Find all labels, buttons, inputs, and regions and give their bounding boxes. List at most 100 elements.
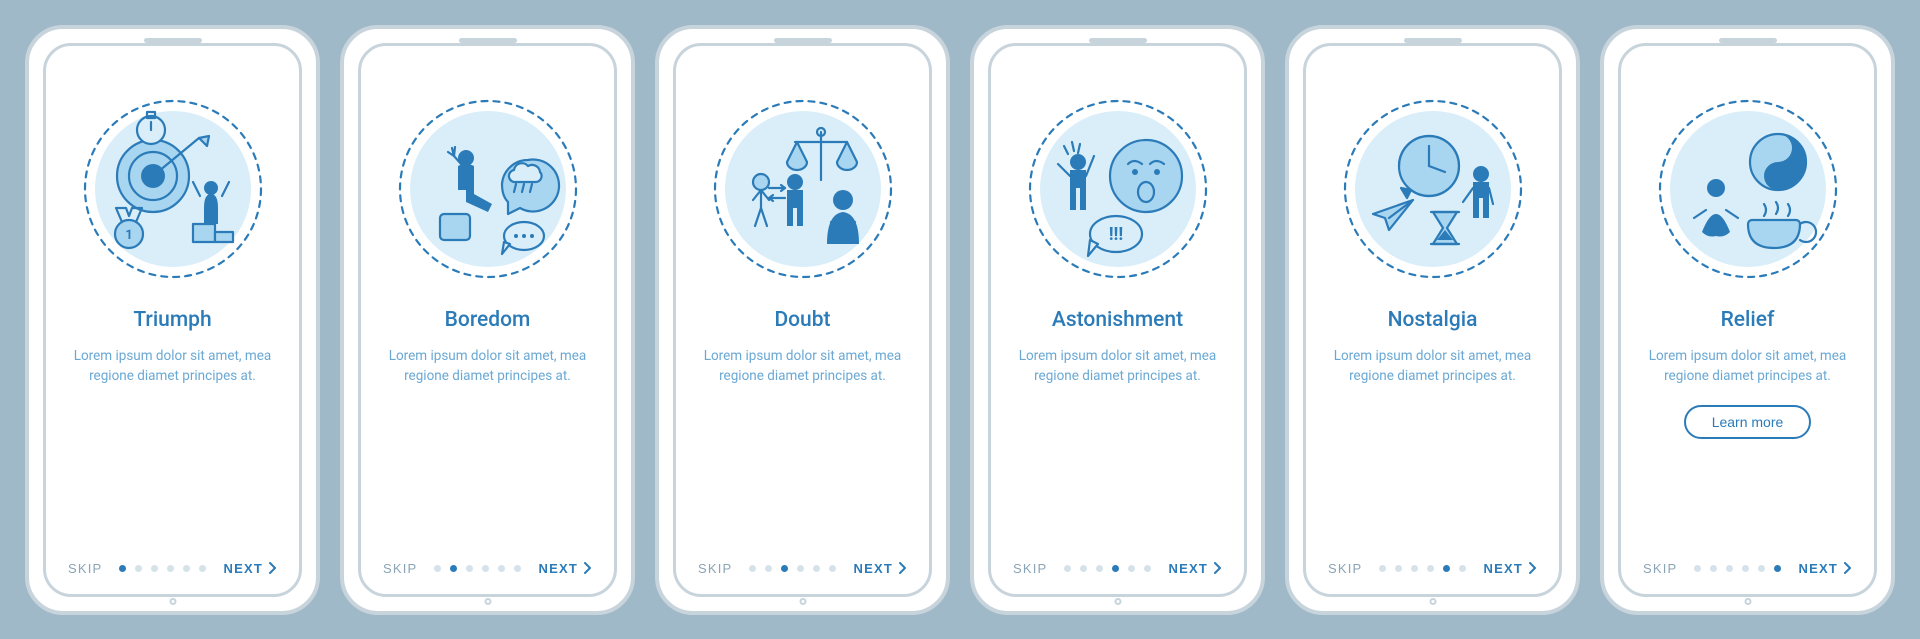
phone-frame: Nostalgia Lorem ipsum dolor sit amet, me… (1285, 25, 1580, 615)
page-dot[interactable] (119, 565, 126, 572)
page-dot[interactable] (151, 565, 158, 572)
page-dot[interactable] (765, 565, 772, 572)
page-dot[interactable] (1710, 565, 1717, 572)
phone-home-indicator (1114, 598, 1121, 605)
page-dot[interactable] (466, 565, 473, 572)
page-dot[interactable] (1411, 565, 1418, 572)
page-dots (434, 565, 521, 572)
page-dot[interactable] (1064, 565, 1071, 572)
screen-body: Lorem ipsum dolor sit amet, mea regione … (68, 346, 277, 388)
phone-frame: Boredom Lorem ipsum dolor sit amet, mea … (340, 25, 635, 615)
phone-speaker (459, 38, 517, 43)
chevron-right-icon (899, 562, 907, 574)
chevron-right-icon (1844, 562, 1852, 574)
onboarding-screen: Doubt Lorem ipsum dolor sit amet, mea re… (673, 43, 932, 597)
page-dot[interactable] (183, 565, 190, 572)
page-dot[interactable] (135, 565, 142, 572)
phone-frame: !!! Astonishment Lorem ipsum dolor sit a… (970, 25, 1265, 615)
phone-frame: Doubt Lorem ipsum dolor sit amet, mea re… (655, 25, 950, 615)
onboarding-screen: Nostalgia Lorem ipsum dolor sit amet, me… (1303, 43, 1562, 597)
page-dot[interactable] (1128, 565, 1135, 572)
screen-title: Relief (1721, 308, 1775, 332)
doubt-icon (703, 84, 903, 284)
next-button[interactable]: NEXT (1169, 561, 1222, 576)
onboarding-screen: Relief Lorem ipsum dolor sit amet, mea r… (1618, 43, 1877, 597)
page-dot[interactable] (797, 565, 804, 572)
onboarding-nav: SKIP NEXT (1013, 545, 1222, 576)
screen-title: Nostalgia (1388, 308, 1478, 332)
page-dot[interactable] (1459, 565, 1466, 572)
nostalgia-icon (1333, 84, 1533, 284)
page-dot[interactable] (1112, 565, 1119, 572)
page-dot[interactable] (1694, 565, 1701, 572)
next-label: NEXT (1484, 561, 1523, 576)
page-dot[interactable] (1443, 565, 1450, 572)
page-dot[interactable] (781, 565, 788, 572)
page-dot[interactable] (434, 565, 441, 572)
chevron-right-icon (1214, 562, 1222, 574)
onboarding-screen: Boredom Lorem ipsum dolor sit amet, mea … (358, 43, 617, 597)
chevron-right-icon (1529, 562, 1537, 574)
page-dot[interactable] (199, 565, 206, 572)
next-label: NEXT (224, 561, 263, 576)
onboarding-nav: SKIP NEXT (1643, 545, 1852, 576)
phone-home-indicator (1744, 598, 1751, 605)
page-dot[interactable] (1774, 565, 1781, 572)
next-label: NEXT (1169, 561, 1208, 576)
next-button[interactable]: NEXT (854, 561, 907, 576)
next-button[interactable]: NEXT (1484, 561, 1537, 576)
onboarding-row: 1 Triumph Lorem ipsum dolor sit amet, me… (25, 25, 1895, 615)
page-dot[interactable] (1758, 565, 1765, 572)
page-dot[interactable] (1096, 565, 1103, 572)
page-dot[interactable] (498, 565, 505, 572)
page-dot[interactable] (813, 565, 820, 572)
screen-body: Lorem ipsum dolor sit amet, mea regione … (698, 346, 907, 388)
page-dot[interactable] (482, 565, 489, 572)
phone-speaker (1089, 38, 1147, 43)
page-dot[interactable] (1144, 565, 1151, 572)
chevron-right-icon (269, 562, 277, 574)
phone-speaker (144, 38, 202, 43)
next-button[interactable]: NEXT (1799, 561, 1852, 576)
page-dots (1694, 565, 1781, 572)
boredom-icon (388, 84, 588, 284)
learn-more-button[interactable]: Learn more (1684, 405, 1812, 439)
page-dot[interactable] (450, 565, 457, 572)
phone-speaker (774, 38, 832, 43)
svg-text:1: 1 (125, 228, 132, 243)
page-dot[interactable] (1080, 565, 1087, 572)
skip-button[interactable]: SKIP (68, 561, 102, 576)
onboarding-nav: SKIP NEXT (698, 545, 907, 576)
page-dot[interactable] (1427, 565, 1434, 572)
page-dot[interactable] (1742, 565, 1749, 572)
page-dot[interactable] (514, 565, 521, 572)
skip-button[interactable]: SKIP (1013, 561, 1047, 576)
next-label: NEXT (1799, 561, 1838, 576)
skip-button[interactable]: SKIP (1643, 561, 1677, 576)
page-dot[interactable] (1379, 565, 1386, 572)
screen-body: Lorem ipsum dolor sit amet, mea regione … (383, 346, 592, 388)
page-dot[interactable] (829, 565, 836, 572)
skip-button[interactable]: SKIP (383, 561, 417, 576)
page-dots (119, 565, 206, 572)
chevron-right-icon (584, 562, 592, 574)
next-button[interactable]: NEXT (539, 561, 592, 576)
page-dot[interactable] (1726, 565, 1733, 572)
screen-title: Astonishment (1052, 308, 1183, 332)
page-dot[interactable] (167, 565, 174, 572)
skip-button[interactable]: SKIP (698, 561, 732, 576)
next-label: NEXT (539, 561, 578, 576)
astonishment-icon: !!! (1018, 84, 1218, 284)
triumph-icon: 1 (73, 84, 273, 284)
phone-frame: 1 Triumph Lorem ipsum dolor sit amet, me… (25, 25, 320, 615)
next-button[interactable]: NEXT (224, 561, 277, 576)
page-dot[interactable] (749, 565, 756, 572)
onboarding-nav: SKIP NEXT (1328, 545, 1537, 576)
screen-body: Lorem ipsum dolor sit amet, mea regione … (1328, 346, 1537, 388)
page-dots (1379, 565, 1466, 572)
phone-home-indicator (484, 598, 491, 605)
page-dot[interactable] (1395, 565, 1402, 572)
skip-button[interactable]: SKIP (1328, 561, 1362, 576)
svg-text:!!!: !!! (1108, 224, 1123, 245)
page-dots (749, 565, 836, 572)
